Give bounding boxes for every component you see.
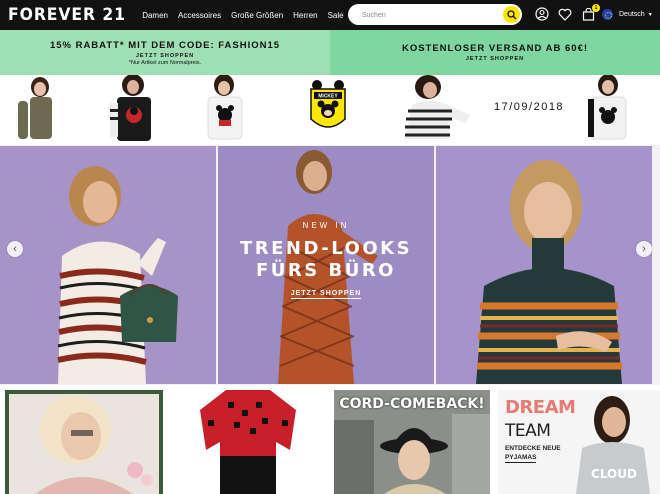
- nav-item-grosse-groessen[interactable]: Große Größen: [231, 11, 283, 20]
- hero-kicker: NEW IN: [302, 221, 350, 230]
- promo-shop-link[interactable]: JETZT SHOPPEN: [136, 53, 194, 59]
- main-nav: Damen Accessoires Große Größen Herren Sa…: [142, 11, 353, 20]
- model-photo-striped-knit: [436, 146, 652, 384]
- mickey-badge-text: MICKEY: [318, 94, 338, 100]
- user-icon: [535, 7, 549, 21]
- tile-team-title: TEAM: [505, 421, 551, 441]
- tile-dream-pyjamas-link[interactable]: PYJAMAS: [505, 453, 537, 463]
- model-photo-blonde: [5, 390, 163, 494]
- nav-item-herren[interactable]: Herren: [293, 11, 317, 20]
- header-icons: 1 Deutsch ▾: [533, 4, 652, 23]
- eu-flag-icon: [602, 8, 613, 20]
- cart-button[interactable]: 1: [579, 4, 600, 23]
- release-date: 17/09/2018: [494, 101, 565, 113]
- promo-banner-discount[interactable]: 15% RABATT* MIT DEM CODE: FASHION15 JETZ…: [0, 30, 330, 75]
- hero-shop-link[interactable]: JETZT SHOPPEN: [290, 290, 362, 299]
- cart-count-badge: 1: [592, 4, 600, 12]
- account-button[interactable]: [533, 5, 551, 23]
- search-input[interactable]: [348, 5, 488, 26]
- chevron-left-icon: ‹: [13, 243, 17, 255]
- product-photo-red-sweater: [170, 390, 326, 494]
- search-button[interactable]: [503, 6, 520, 23]
- promo-note: *Nur Artikel zum Normalpreis.: [128, 59, 202, 66]
- hero-panel-left[interactable]: [0, 146, 216, 384]
- model-photo-striped-dress: [0, 146, 216, 384]
- svg-text:CLOUD: CLOUD: [591, 467, 637, 481]
- language-selector[interactable]: Deutsch ▾: [602, 8, 652, 20]
- promo-headline: KOSTENLOSER VERSAND AB 60€!: [401, 43, 589, 54]
- hero-panel-right[interactable]: [436, 146, 652, 384]
- tile-blonde-model[interactable]: [5, 390, 163, 494]
- tile-dream-title: DREAM: [505, 397, 576, 418]
- tile-dream-sub1: ENTDECKE NEUE: [505, 445, 561, 452]
- search-icon: [506, 9, 516, 19]
- tile-red-sweater[interactable]: [170, 390, 326, 494]
- search-bar: [348, 4, 522, 26]
- promo-headline: 15% RABATT* MIT DEM CODE: FASHION15: [49, 39, 281, 51]
- nav-item-damen[interactable]: Damen: [142, 11, 168, 20]
- hero-overlay: NEW IN TREND-LOOKS FÜRS BÜRO JETZT SHOPP…: [218, 221, 434, 300]
- hero-title-line1: TREND-LOOKS: [239, 238, 413, 259]
- hero-title-line2: FÜRS BÜRO: [255, 260, 396, 281]
- promo-shop-link[interactable]: JETZT SHOPPEN: [466, 56, 524, 62]
- promo-banner-shipping[interactable]: KOSTENLOSER VERSAND AB 60€! JETZT SHOPPE…: [330, 30, 660, 75]
- mickey-badge-icon: MICKEY: [310, 80, 346, 128]
- nav-item-accessoires[interactable]: Accessoires: [178, 11, 221, 20]
- carousel-prev-button[interactable]: ‹: [7, 241, 23, 257]
- carousel-next-button[interactable]: ›: [636, 241, 652, 257]
- tile-dream-subtitle: ENTDECKE NEUE PYJAMAS: [505, 444, 561, 463]
- nav-item-sale[interactable]: Sale: [328, 11, 344, 20]
- chevron-down-icon: ▾: [648, 11, 652, 18]
- chevron-right-icon: ›: [642, 243, 646, 255]
- forever21-logo[interactable]: FOREVER 21: [8, 5, 126, 25]
- language-label: Deutsch: [619, 10, 645, 18]
- heart-icon: [558, 8, 572, 21]
- wishlist-button[interactable]: [556, 5, 574, 23]
- tile-cord-title: CORD-COMEBACK!: [339, 396, 485, 412]
